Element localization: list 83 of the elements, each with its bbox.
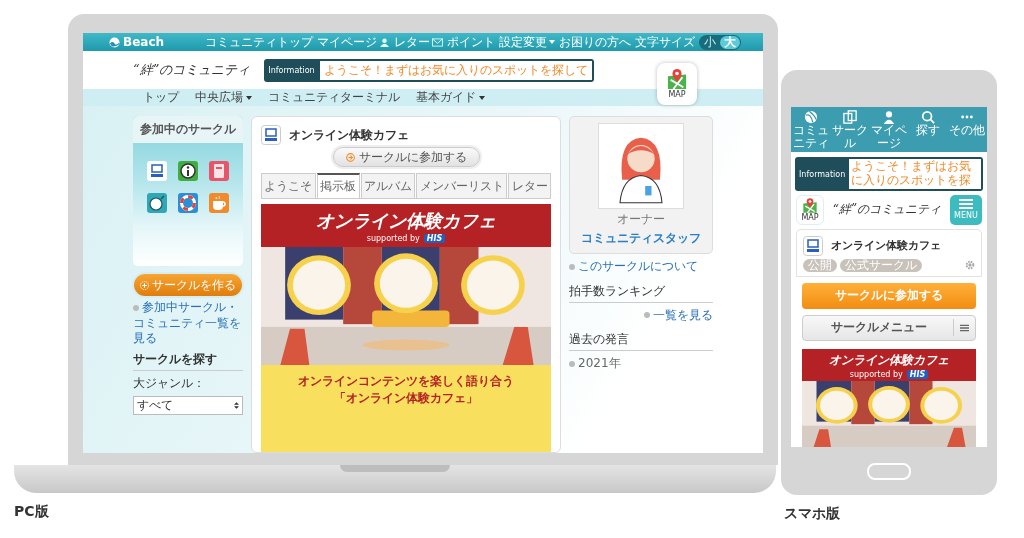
field-label: 大ジャンル： <box>133 374 206 392</box>
bullet-icon <box>569 263 575 270</box>
app-tab[interactable]: 探す <box>908 110 948 151</box>
top-nav-link[interactable]: コミュニティトップ <box>205 33 313 51</box>
brand-name[interactable]: Beach <box>123 35 165 49</box>
circle-list-link[interactable]: 参加中サークル・コミュニティ一覧を見る <box>133 300 243 347</box>
top-nav-link[interactable]: 設定変更 <box>499 33 555 51</box>
app-tab[interactable]: マイページ <box>869 110 909 151</box>
circle-tab[interactable]: 掲示板 <box>316 173 360 198</box>
info-icon[interactable] <box>178 161 198 181</box>
join-circle-button[interactable]: サークルに参加する <box>332 147 480 167</box>
map-pin-icon <box>802 197 818 213</box>
about-circle-link[interactable]: このサークルについて <box>569 259 713 275</box>
globe-icon <box>803 110 818 124</box>
section-heading: 拍手数ランキング <box>569 282 713 303</box>
top-nav-link[interactable]: ポイント <box>447 33 495 51</box>
caption: スマホ版 <box>784 505 840 523</box>
top-nav-link[interactable]: レター <box>394 33 443 51</box>
font-size-button[interactable]: 小 <box>700 35 720 49</box>
archive-link[interactable]: 2021年 <box>569 356 713 372</box>
monitor-icon <box>803 235 823 256</box>
plus-icon <box>140 280 149 290</box>
site-logo[interactable]: “絆”のコミュニティ <box>133 61 251 79</box>
banner-title: オンライン体験カフェ <box>828 351 950 369</box>
tag: 公式サークル <box>840 258 922 272</box>
bullet-icon <box>644 312 650 319</box>
supported-by-text: supported by <box>366 234 420 243</box>
folder-icon <box>842 110 857 124</box>
menu-icon <box>960 323 969 332</box>
cup-icon[interactable] <box>209 193 230 213</box>
caption: PC版 <box>14 503 49 521</box>
site-logo[interactable]: “絆”のコミュニティ <box>832 201 942 219</box>
banner-tagline: オンラインコンテンツを楽しく語り合う <box>297 373 515 390</box>
app-tab[interactable]: コミュニティ <box>791 110 831 151</box>
owner-name[interactable]: コミュニティスタッフ <box>581 230 701 247</box>
menu-icon <box>959 199 973 210</box>
map-pin-icon <box>666 69 688 89</box>
view-all-link[interactable]: 一覧を見る <box>644 307 713 324</box>
map-button[interactable]: MAP <box>657 63 697 105</box>
circle-name: オンライン体験カフェ <box>831 238 941 254</box>
select-arrows-icon <box>234 401 239 409</box>
info-label: Information <box>267 65 316 75</box>
app-tab[interactable]: サークル <box>830 110 870 151</box>
sponsor-logo: HIS <box>423 234 446 243</box>
person-icon <box>882 110 896 124</box>
circle-tab[interactable]: メンバーリスト <box>416 173 508 198</box>
nav-link[interactable]: トップ <box>143 89 179 106</box>
app-tab[interactable]: その他 <box>947 110 987 151</box>
panel-title: 参加中のサークル <box>133 116 243 143</box>
nav-link[interactable]: コミュニティターミナル <box>268 89 400 106</box>
genre-select[interactable]: すべて <box>133 395 243 415</box>
sponsor-logo: HIS <box>906 369 929 379</box>
monitor-icon <box>261 125 281 145</box>
top-nav-link[interactable]: お困りの方へ <box>559 33 631 51</box>
search-icon <box>921 110 936 124</box>
enter-icon <box>345 152 355 162</box>
circle-tab[interactable]: ようこそ <box>261 173 316 198</box>
section-heading: サークルを探す <box>133 350 243 371</box>
settings-icon[interactable] <box>965 260 975 271</box>
circle-tab[interactable]: アルバム <box>360 173 416 198</box>
top-nav-link[interactable]: マイページ <box>317 33 390 51</box>
font-size-label: 文字サイズ <box>635 33 695 51</box>
supported-by-text: supported by <box>849 369 903 379</box>
nav-link[interactable]: 基本ガイド <box>416 89 485 106</box>
info-label: Information <box>798 169 847 179</box>
mail-icon <box>432 37 443 47</box>
bullet-icon <box>133 304 139 311</box>
banner-subtitle: 「オンライン体験カフェ」 <box>333 389 479 407</box>
circle-tab[interactable]: レター <box>508 173 551 198</box>
notebook-icon[interactable] <box>209 161 230 181</box>
circle-name: オンライン体験カフェ <box>289 126 409 144</box>
section-heading: 過去の発言 <box>569 331 713 352</box>
bullet-icon <box>569 360 575 367</box>
wave-icon <box>109 36 120 48</box>
tag: 公開 <box>803 258 837 272</box>
banner-title: オンライン体験カフェ <box>315 209 497 233</box>
ring-icon[interactable] <box>178 193 198 213</box>
monitor-icon[interactable] <box>146 161 167 181</box>
map-button[interactable]: MAP <box>796 194 824 225</box>
person-icon <box>379 37 390 47</box>
circle-menu-button[interactable]: サークルメニュー <box>802 314 976 341</box>
owner-role: オーナー <box>617 211 665 228</box>
nav-link[interactable]: 中央広場 <box>195 89 252 106</box>
